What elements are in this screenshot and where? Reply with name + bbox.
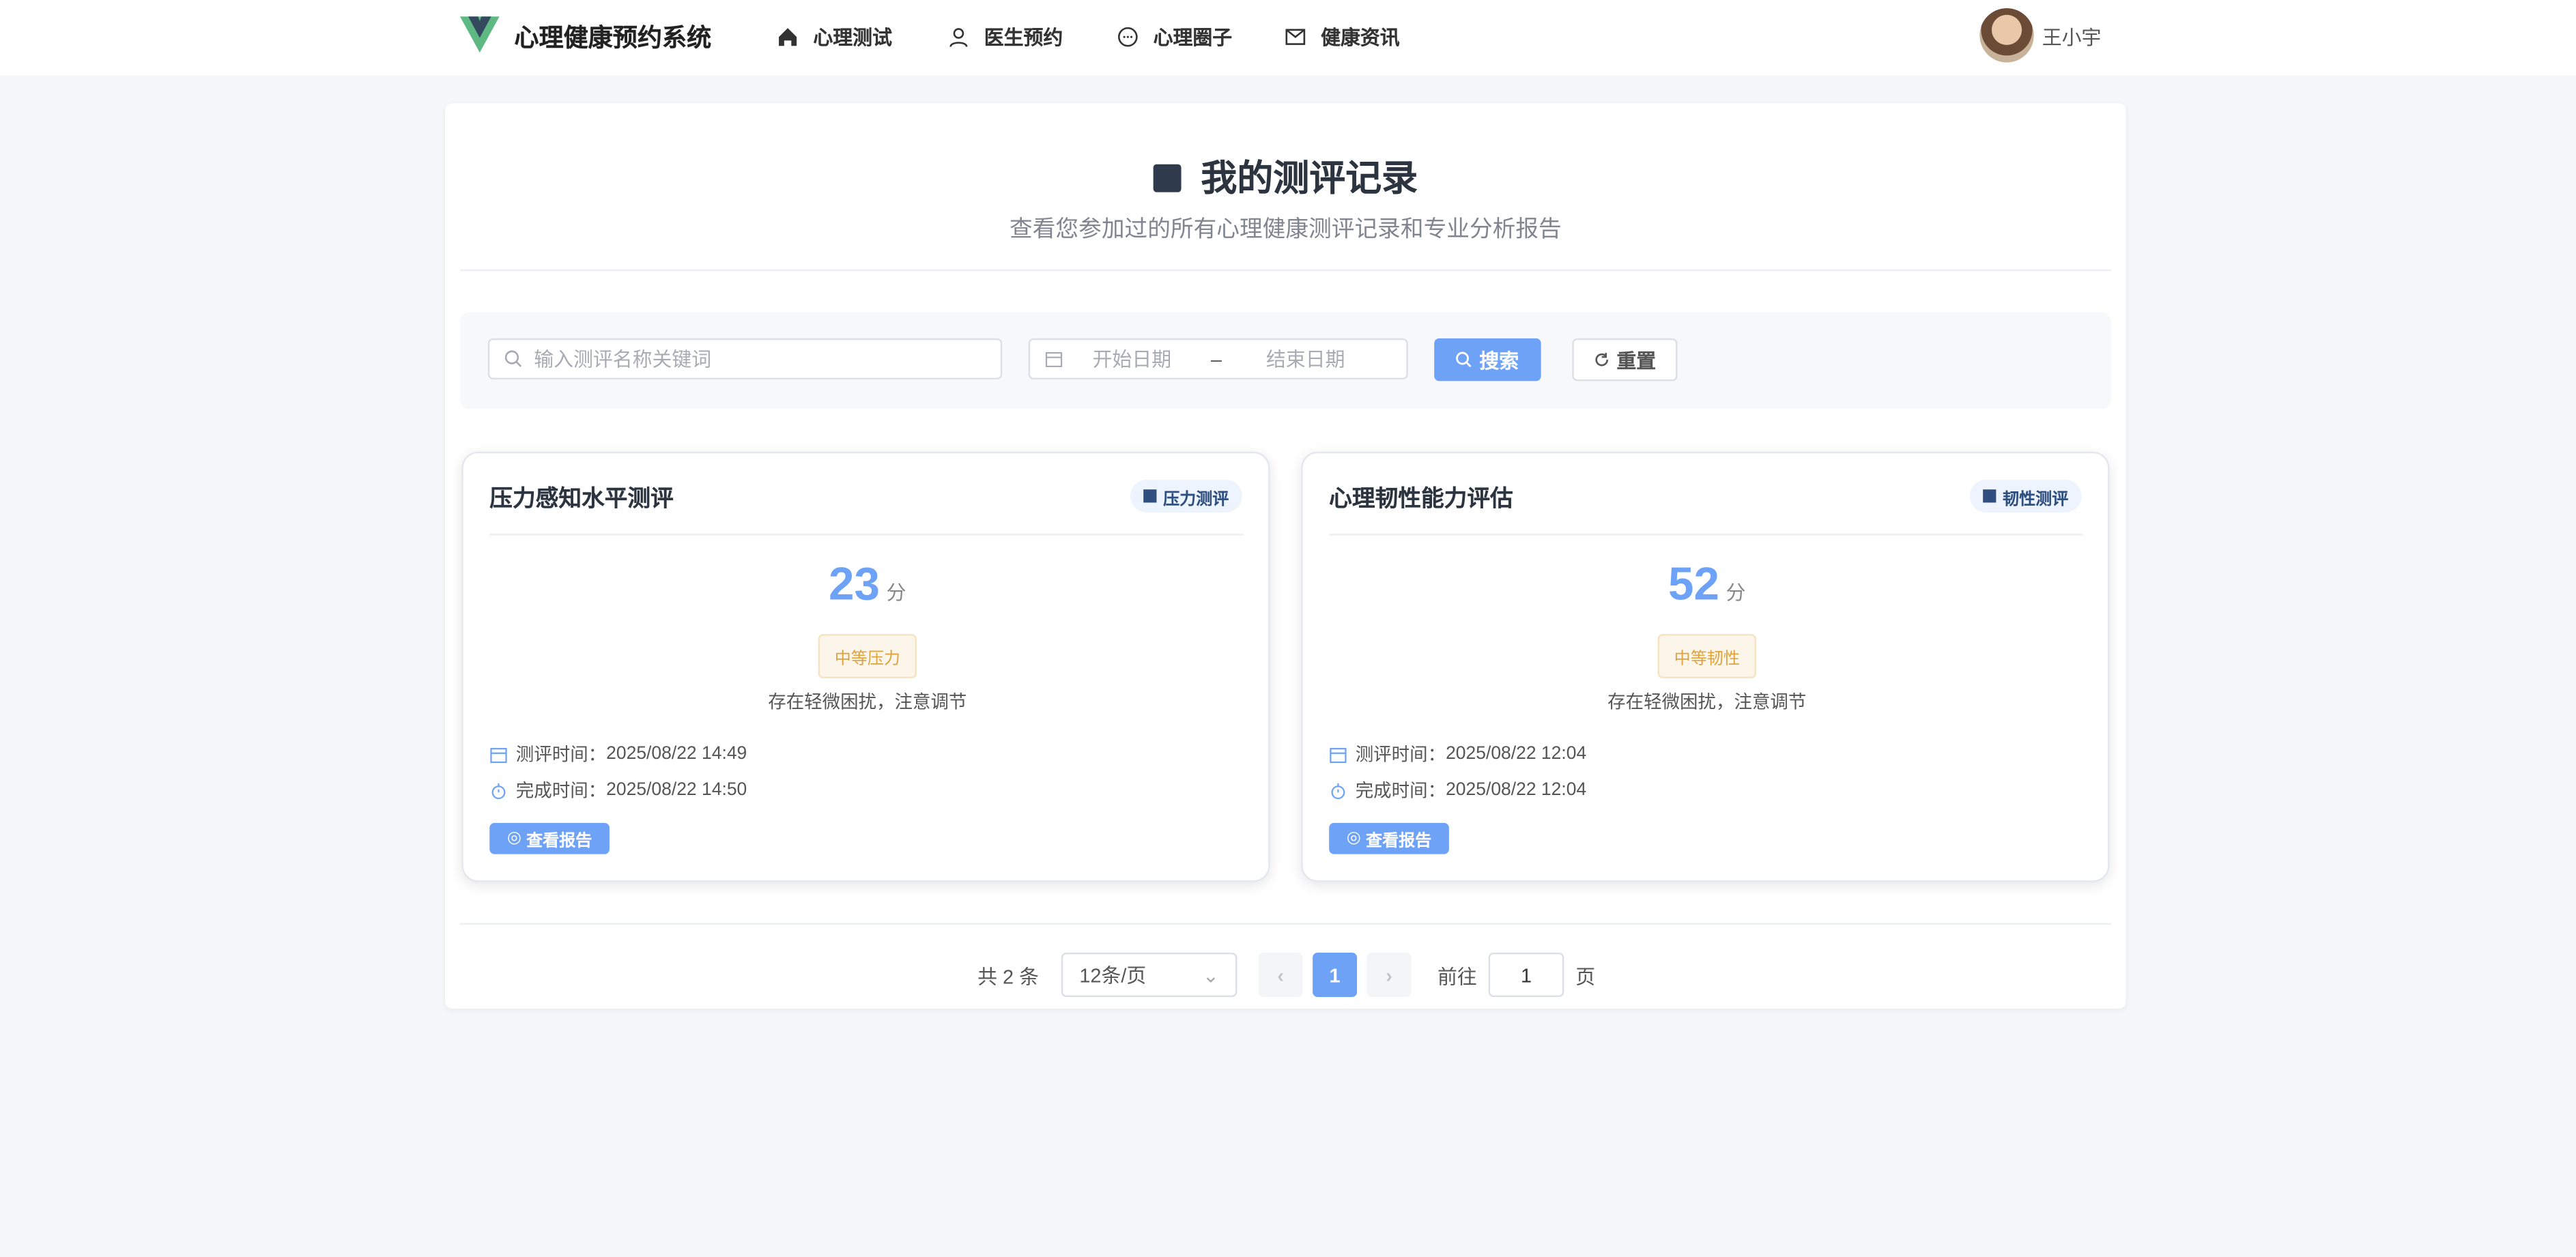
button-label: 查看报告 (526, 826, 592, 851)
label: 测评时间： (1356, 741, 1446, 768)
test-time: 测评时间：2025/08/22 12:04 (1329, 741, 1586, 768)
done-time: 完成时间：2025/08/22 12:04 (1329, 777, 1586, 803)
divider (460, 270, 2111, 271)
chevron-left-icon: ‹ (1277, 964, 1284, 987)
avatar[interactable] (1979, 8, 2033, 62)
goto-label: 前往 (1437, 962, 1477, 990)
label: 完成时间： (516, 777, 606, 803)
goto-page-input[interactable]: 1 (1489, 953, 1564, 997)
chevron-right-icon: › (1386, 964, 1392, 987)
eye-icon: ◎ (507, 829, 521, 847)
page-title: 我的测评记录 (445, 149, 2126, 202)
reset-label: 重置 (1616, 346, 1656, 374)
filter-bar: 输入测评名称关键词 开始日期 – 结束日期 搜索 重置 (460, 312, 2111, 409)
trend-chart-icon (1154, 164, 1182, 192)
record-type-tag: 韧性测评 (1970, 480, 2082, 512)
nav-label: 心理测试 (813, 23, 892, 51)
stopwatch-icon (489, 781, 507, 798)
top-navbar: 心理健康预约系统 心理测试 医生预约 心理圈子 健康资讯 王小宇 (0, 0, 2576, 76)
calendar-icon (489, 745, 507, 763)
record-title: 压力感知水平测评 (489, 481, 674, 514)
value: 2025/08/22 14:50 (606, 780, 747, 800)
level-badge: 中等压力 (818, 634, 917, 678)
view-report-button[interactable]: ◎ 查看报告 (489, 823, 610, 854)
user-name[interactable]: 王小宇 (2042, 23, 2102, 51)
score-value: 23 (829, 558, 880, 609)
record-card: 压力感知水平测评 压力测评 23 分 中等压力 存在轻微困扰，注意调节 测评时间：… (461, 452, 1270, 882)
tag-label: 韧性测评 (2003, 484, 2068, 508)
home-icon (777, 27, 798, 48)
date-range-picker[interactable]: 开始日期 – 结束日期 (1029, 338, 1408, 379)
search-input[interactable]: 输入测评名称关键词 (488, 338, 1002, 379)
start-date-input[interactable]: 开始日期 (1093, 345, 1191, 373)
nav-psych-circle[interactable]: 心理圈子 (1117, 23, 1233, 51)
brand-title[interactable]: 心理健康预约系统 (514, 20, 711, 55)
score-unit: 分 (1726, 581, 1746, 605)
score: 52 分 (1303, 558, 2111, 611)
nav-label: 心理圈子 (1154, 23, 1233, 51)
record-title: 心理韧性能力评估 (1329, 481, 1513, 514)
value: 2025/08/22 14:49 (606, 744, 747, 764)
chart-icon (1983, 489, 1996, 502)
page-title-text: 我的测评记录 (1201, 158, 1418, 199)
value: 2025/08/22 12:04 (1446, 780, 1586, 800)
calendar-icon (1045, 350, 1063, 368)
result-description: 存在轻微困扰，注意调节 (463, 688, 1272, 714)
label: 测评时间： (516, 741, 606, 768)
tag-label: 压力测评 (1163, 484, 1229, 508)
stopwatch-icon (1329, 781, 1347, 798)
score-unit: 分 (887, 581, 906, 605)
nav-health-news[interactable]: 健康资讯 (1285, 23, 1400, 51)
reset-button[interactable]: 重置 (1572, 338, 1677, 381)
page-1-button[interactable]: 1 (1313, 953, 1357, 997)
search-button[interactable]: 搜索 (1434, 338, 1541, 381)
record-type-tag: 压力测评 (1130, 480, 1242, 512)
test-time: 测评时间：2025/08/22 14:49 (489, 741, 747, 768)
nav-doctor-appointment[interactable]: 医生预约 (948, 23, 1063, 51)
refresh-icon (1594, 351, 1610, 368)
record-card: 心理韧性能力评估 韧性测评 52 分 中等韧性 存在轻微困扰，注意调节 测评时间：… (1301, 452, 2109, 882)
search-label: 搜索 (1479, 346, 1519, 374)
mail-icon (1285, 27, 1306, 48)
label: 完成时间： (1356, 777, 1446, 803)
records-panel: 我的测评记录 查看您参加过的所有心理健康测评记录和专业分析报告 输入测评名称关键… (445, 104, 2126, 1009)
divider (1329, 534, 2083, 535)
nav-label: 健康资讯 (1321, 23, 1400, 51)
done-time: 完成时间：2025/08/22 14:50 (489, 777, 747, 803)
view-report-button[interactable]: ◎ 查看报告 (1329, 823, 1449, 854)
total-count: 共 2 条 (977, 962, 1039, 990)
score: 23 分 (463, 558, 1272, 611)
user-icon (948, 27, 969, 48)
eye-icon: ◎ (1347, 829, 1361, 847)
chevron-down-icon: ⌄ (1203, 964, 1219, 987)
next-page-button[interactable]: › (1367, 953, 1412, 997)
page-size-value: 12条/页 (1079, 961, 1146, 989)
calendar-icon (1329, 745, 1347, 763)
nav-label: 医生预约 (984, 23, 1063, 51)
divider (489, 534, 1244, 535)
chart-icon (1143, 489, 1156, 502)
search-placeholder: 输入测评名称关键词 (534, 345, 711, 373)
result-description: 存在轻微困扰，注意调节 (1303, 688, 2111, 714)
search-icon (1457, 351, 1473, 368)
button-label: 查看报告 (1366, 826, 1431, 851)
value: 2025/08/22 12:04 (1446, 744, 1586, 764)
range-separator: – (1211, 347, 1222, 371)
search-icon (504, 350, 522, 368)
page-subtitle: 查看您参加过的所有心理健康测评记录和专业分析报告 (445, 212, 2126, 244)
end-date-input[interactable]: 结束日期 (1266, 345, 1345, 373)
prev-page-button[interactable]: ‹ (1259, 953, 1303, 997)
chat-icon (1117, 27, 1139, 48)
page-suffix: 页 (1575, 962, 1595, 990)
nav-psych-test[interactable]: 心理测试 (777, 23, 892, 51)
level-badge: 中等韧性 (1658, 634, 1756, 678)
score-value: 52 (1668, 558, 1719, 609)
vue-logo[interactable] (460, 16, 500, 53)
divider (460, 923, 2111, 925)
page-size-select[interactable]: 12条/页 ⌄ (1061, 953, 1237, 997)
